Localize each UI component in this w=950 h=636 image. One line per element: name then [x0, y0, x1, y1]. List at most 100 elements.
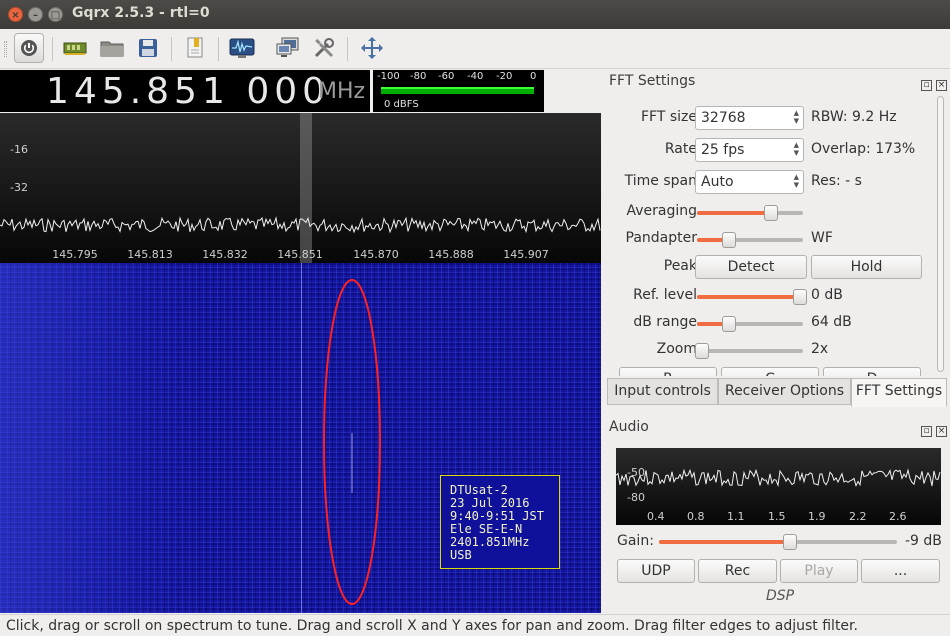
audio-x-tick: 0.4	[647, 510, 665, 523]
spectrum-x-tick: 145.870	[353, 248, 399, 261]
peak-label: Peak	[663, 258, 697, 274]
dock-tabs: Input controls Receiver Options FFT Sett…	[607, 378, 947, 407]
slider-handle[interactable]	[792, 289, 807, 305]
meter-level-label: 0 dBFS	[384, 99, 419, 110]
center-button[interactable]: C	[721, 367, 819, 376]
save-button[interactable]	[133, 33, 163, 63]
zoom-value: 2x	[811, 341, 829, 357]
frequency-display[interactable]: 145.851 000 MHz	[0, 70, 370, 112]
rbw-label: RBW: 9.2 Hz	[811, 109, 897, 125]
slider-handle[interactable]	[764, 205, 779, 221]
frequency-value[interactable]: 145.851 000	[46, 71, 330, 112]
device-icon	[63, 42, 87, 55]
folder-icon	[100, 41, 124, 57]
scrollbar-track[interactable]	[937, 96, 944, 372]
toolbar-separator	[171, 37, 172, 61]
spin-arrows-icon[interactable]: ▲ ▼	[794, 109, 799, 125]
audio-title: Audio	[609, 419, 649, 435]
open-button[interactable]	[97, 33, 127, 63]
fft-panel-scrollbar[interactable]	[935, 96, 945, 372]
rate-label: Rate	[664, 141, 697, 157]
slider-handle[interactable]	[782, 534, 797, 550]
device-button[interactable]	[60, 33, 90, 63]
db-range-slider[interactable]	[697, 316, 803, 332]
tab-fft-settings[interactable]: FFT Settings	[851, 378, 947, 407]
network-icon	[276, 37, 299, 57]
spectrum-trace	[0, 216, 601, 234]
save-icon	[139, 39, 157, 57]
db-range-row: dB range 64 dB	[609, 311, 939, 335]
ref-level-slider[interactable]	[697, 289, 807, 305]
spin-arrows-icon[interactable]: ▲ ▼	[794, 173, 799, 189]
tab-receiver-options[interactable]: Receiver Options	[718, 378, 851, 405]
pandapter-row: Pandapter WF	[609, 227, 939, 251]
spectrum-x-tick: 145.832	[202, 248, 248, 261]
tools-icon	[314, 38, 334, 58]
dsp-label: DSP	[766, 588, 795, 604]
close-dock-icon[interactable]: ×	[936, 80, 947, 91]
ref-level-label: Ref. level	[633, 287, 697, 303]
slider-handle[interactable]	[721, 316, 736, 332]
fullscreen-button[interactable]	[357, 33, 387, 63]
float-dock-icon[interactable]: ▫	[921, 80, 932, 91]
power-button[interactable]	[14, 33, 44, 63]
gqrx-window: × – □ Gqrx 2.5.3 - rtl=0 145.851 000 MHz…	[0, 0, 950, 636]
toolbar-separator	[218, 37, 219, 61]
reset-button[interactable]: R	[619, 367, 717, 376]
power-icon	[21, 40, 37, 56]
annotation-box: DTUsat-2 23 Jul 2016 9:40-9:51 JST Ele S…	[440, 475, 560, 569]
meter-tick: -60	[438, 71, 455, 82]
demod-button[interactable]: D	[823, 367, 921, 376]
signal-meter: -100 -80 -60 -40 -20 0 0 dBFS	[373, 70, 544, 112]
averaging-slider[interactable]	[697, 205, 803, 221]
meter-tick: -20	[496, 71, 513, 82]
timespan-select[interactable]: Auto ▲ ▼	[695, 170, 804, 194]
audio-x-tick: 2.2	[849, 510, 867, 523]
meter-level-bar	[381, 87, 534, 94]
toolbar-grip[interactable]	[4, 41, 7, 57]
minimize-window-button[interactable]: –	[28, 7, 43, 22]
spectrum-x-tick: 145.851	[277, 248, 323, 261]
waveform-icon	[229, 38, 255, 58]
spectrum-waterfall-area[interactable]: -16 -32 145.795 145.813 145.832 145.851 …	[0, 113, 601, 613]
spin-arrows-icon[interactable]: ▲ ▼	[794, 141, 799, 157]
status-bar: Click, drag or scroll on spectrum to tun…	[0, 614, 950, 636]
maximize-window-button[interactable]: □	[48, 7, 63, 22]
slider-handle[interactable]	[721, 232, 736, 248]
audio-fft-plot[interactable]: -50 -80 0.4 0.8 1.1 1.5 1.9 2.2 2.6	[616, 448, 941, 525]
audio-y-tick: -80	[627, 491, 645, 504]
remote-control-button[interactable]	[273, 33, 303, 63]
waveform-button[interactable]	[227, 33, 257, 63]
detect-button[interactable]: Detect	[695, 255, 807, 279]
float-dock-icon[interactable]: ▫	[921, 426, 932, 437]
audio-x-tick: 2.6	[889, 510, 907, 523]
audio-options-button[interactable]: ...	[861, 559, 940, 583]
pandapter-slider[interactable]	[697, 232, 803, 248]
spectrum-plot[interactable]: -16 -32 145.795 145.813 145.832 145.851 …	[0, 113, 601, 263]
close-window-button[interactable]: ×	[8, 7, 23, 22]
audio-x-tick: 1.5	[768, 510, 786, 523]
fft-size-label: FFT size	[640, 109, 697, 125]
fullscreen-icon	[361, 37, 383, 59]
spectrum-x-tick: 145.813	[127, 248, 173, 261]
tools-button[interactable]	[309, 33, 339, 63]
bookmark-button[interactable]	[180, 33, 210, 63]
zoom-label: Zoom	[656, 341, 697, 357]
peak-row: Peak Detect Hold	[609, 255, 939, 279]
zoom-slider[interactable]	[695, 343, 803, 359]
slider-handle[interactable]	[695, 343, 710, 359]
toolbar-separator	[52, 37, 53, 61]
spectrum-x-tick: 145.888	[428, 248, 474, 261]
pandapter-value: WF	[811, 230, 833, 246]
close-dock-icon[interactable]: ×	[936, 426, 947, 437]
tab-input-controls[interactable]: Input controls	[607, 378, 718, 405]
rec-button[interactable]: Rec	[698, 559, 777, 583]
fft-size-select[interactable]: 32768 ▲ ▼	[695, 106, 804, 130]
rate-select[interactable]: 25 fps ▲ ▼	[695, 138, 804, 162]
ref-level-value: 0 dB	[811, 287, 843, 303]
frequency-unit: MHz	[318, 79, 366, 104]
gain-slider[interactable]	[659, 534, 897, 550]
udp-button[interactable]: UDP	[617, 559, 695, 583]
hold-button[interactable]: Hold	[811, 255, 922, 279]
play-button[interactable]: Play	[780, 559, 858, 583]
